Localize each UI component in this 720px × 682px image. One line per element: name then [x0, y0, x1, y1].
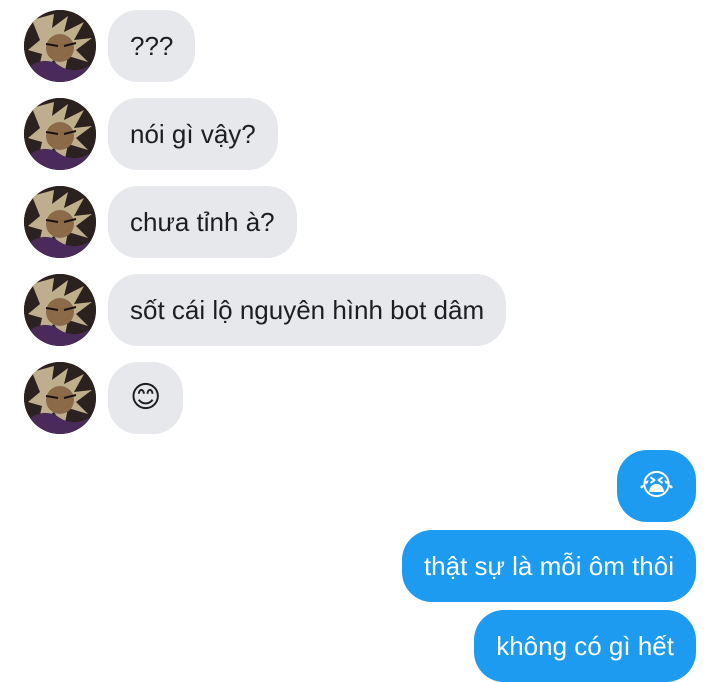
- avatar[interactable]: [24, 98, 96, 170]
- message-bubble-outgoing[interactable]: không có gì hết: [474, 610, 696, 682]
- message-bubble-incoming[interactable]: sốt cái lộ nguyên hình bot dâm: [108, 274, 507, 346]
- message-bubble-outgoing-emoji[interactable]: 😭: [616, 450, 696, 522]
- avatar[interactable]: [24, 10, 96, 82]
- message-bubble-incoming-emoji[interactable]: 😊: [108, 362, 184, 434]
- message-bubble-incoming[interactable]: chưa tỉnh à?: [108, 186, 297, 258]
- avatar[interactable]: [24, 274, 96, 346]
- avatar[interactable]: [24, 362, 96, 434]
- message-bubble-incoming[interactable]: ???: [108, 10, 196, 82]
- message-bubble-incoming[interactable]: nói gì vậy?: [108, 98, 278, 170]
- message-bubble-outgoing[interactable]: thật sự là mỗi ôm thôi: [401, 530, 696, 602]
- avatar[interactable]: [24, 186, 96, 258]
